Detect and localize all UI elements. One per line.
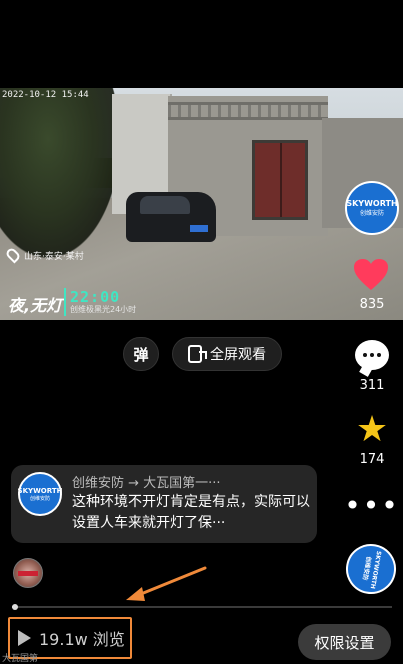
- danmu-button[interactable]: 弹: [123, 337, 159, 371]
- brand-music-disc[interactable]: SKYWORTH 创维安防: [342, 540, 400, 598]
- progress-track[interactable]: [12, 604, 392, 610]
- brand-avatar-line2: 创维安防: [359, 210, 384, 217]
- views-count: 19.1w 浏览: [39, 630, 125, 649]
- video-tree: [0, 88, 120, 258]
- comments-count: 311: [359, 378, 385, 393]
- favorite-button[interactable]: ★ 174: [352, 409, 392, 468]
- video-car-plate: [190, 225, 208, 232]
- danmu-label: 弹: [133, 345, 149, 364]
- comment-card[interactable]: SKYWORTH 创维安防 创维安防 → 大瓦国第一··· 这种环境不开灯肯定是…: [11, 465, 317, 543]
- comment-avatar-line1: SKYWORTH: [17, 486, 63, 495]
- star-icon: ★: [355, 409, 389, 450]
- permission-settings-button[interactable]: 权限设置: [298, 624, 391, 660]
- heart-icon[interactable]: [353, 258, 389, 292]
- more-button[interactable]: •••: [344, 492, 398, 520]
- video-location-text: 山东·泰安·某村: [24, 251, 84, 262]
- video-frame[interactable]: 2022-10-12 15:44 山东·泰安·某村 夜,无灯 22:00 创维极…: [0, 88, 403, 320]
- fullscreen-button[interactable]: 全屏观看: [172, 337, 282, 371]
- comment-button[interactable]: 311: [352, 340, 392, 393]
- video-timestamp: 2022-10-12 15:44: [2, 90, 89, 100]
- video-red-gate: [252, 140, 308, 220]
- favorites-count: 174: [359, 452, 385, 467]
- video-night-title: 夜,无灯: [8, 296, 63, 315]
- user-avatar[interactable]: [13, 558, 43, 588]
- comment-avatar[interactable]: SKYWORTH 创维安防: [18, 472, 62, 516]
- comment-avatar-line2: 创维安防: [29, 495, 50, 502]
- brand-music-disc-text: SKYWORTH 创维安防: [361, 550, 383, 590]
- comment-icon: [355, 340, 389, 370]
- more-icon: •••: [344, 489, 400, 522]
- fullscreen-icon: [188, 345, 207, 363]
- brand-avatar[interactable]: SKYWORTH 创维安防: [345, 181, 399, 235]
- video-balcony-rail: [168, 102, 328, 120]
- play-icon: [18, 630, 31, 646]
- location-pin-icon: [4, 246, 22, 264]
- video-tagline: 创维极黑光24小时: [70, 305, 137, 314]
- watermark: 大瓦国第: [2, 654, 39, 664]
- comment-text: 这种环境不开灯肯定是有点，实际可以设置人车来就开灯了保···: [72, 494, 310, 531]
- progress-handle[interactable]: [12, 604, 18, 610]
- like-count: 835: [359, 297, 385, 312]
- video-car: [126, 192, 216, 242]
- fullscreen-label: 全屏观看: [210, 347, 266, 363]
- video-location: 山东·泰安·某村: [4, 246, 84, 264]
- permission-settings-label: 权限设置: [314, 633, 375, 652]
- annotation-arrow-icon: [126, 566, 207, 601]
- brand-avatar-line1: SKYWORTH: [346, 199, 398, 208]
- comment-header: 创维安防 → 大瓦国第一···: [72, 476, 221, 491]
- video-divider: [64, 288, 66, 316]
